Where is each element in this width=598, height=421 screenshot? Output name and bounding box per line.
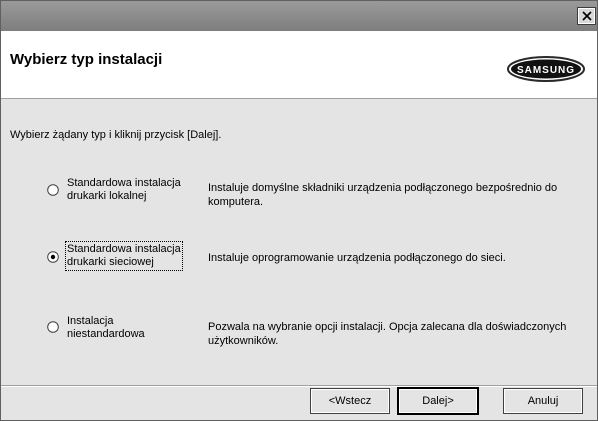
installer-window: Wybierz typ instalacji SAMSUNG Wybierz ż… xyxy=(0,0,598,421)
option-label-custom-install[interactable]: Instalacja niestandardowa xyxy=(67,315,145,341)
option-description-network-printer: Instaluje oprogramowanie urządzenia podł… xyxy=(208,252,506,264)
footer-separator xyxy=(1,385,597,387)
option-label-network-printer[interactable]: Standardowa instalacja drukarki sieciowe… xyxy=(65,241,183,271)
next-button[interactable]: Dalej> xyxy=(397,387,479,415)
title-bar[interactable] xyxy=(1,1,597,31)
radio-custom-install[interactable] xyxy=(47,321,59,333)
option-description-custom-install: Pozwala na wybranie opcji instalacji. Op… xyxy=(208,321,567,347)
cancel-button[interactable]: Anuluj xyxy=(503,388,583,414)
page-title: Wybierz typ instalacji xyxy=(10,51,163,68)
svg-text:SAMSUNG: SAMSUNG xyxy=(517,65,575,76)
option-description-local-printer: Instaluje domyślne składniki urządzenia … xyxy=(208,182,558,208)
close-button[interactable] xyxy=(577,7,596,25)
back-button[interactable]: <Wstecz xyxy=(310,388,390,414)
instruction-text: Wybierz żądany typ i kliknij przycisk [D… xyxy=(10,129,222,141)
dialog-header: Wybierz typ instalacji SAMSUNG xyxy=(1,31,597,99)
samsung-logo: SAMSUNG xyxy=(507,56,585,82)
option-label-local-printer[interactable]: Standardowa instalacja drukarki lokalnej xyxy=(67,177,181,203)
radio-network-printer[interactable] xyxy=(47,251,59,263)
radio-local-printer[interactable] xyxy=(47,184,59,196)
close-icon xyxy=(582,11,592,21)
